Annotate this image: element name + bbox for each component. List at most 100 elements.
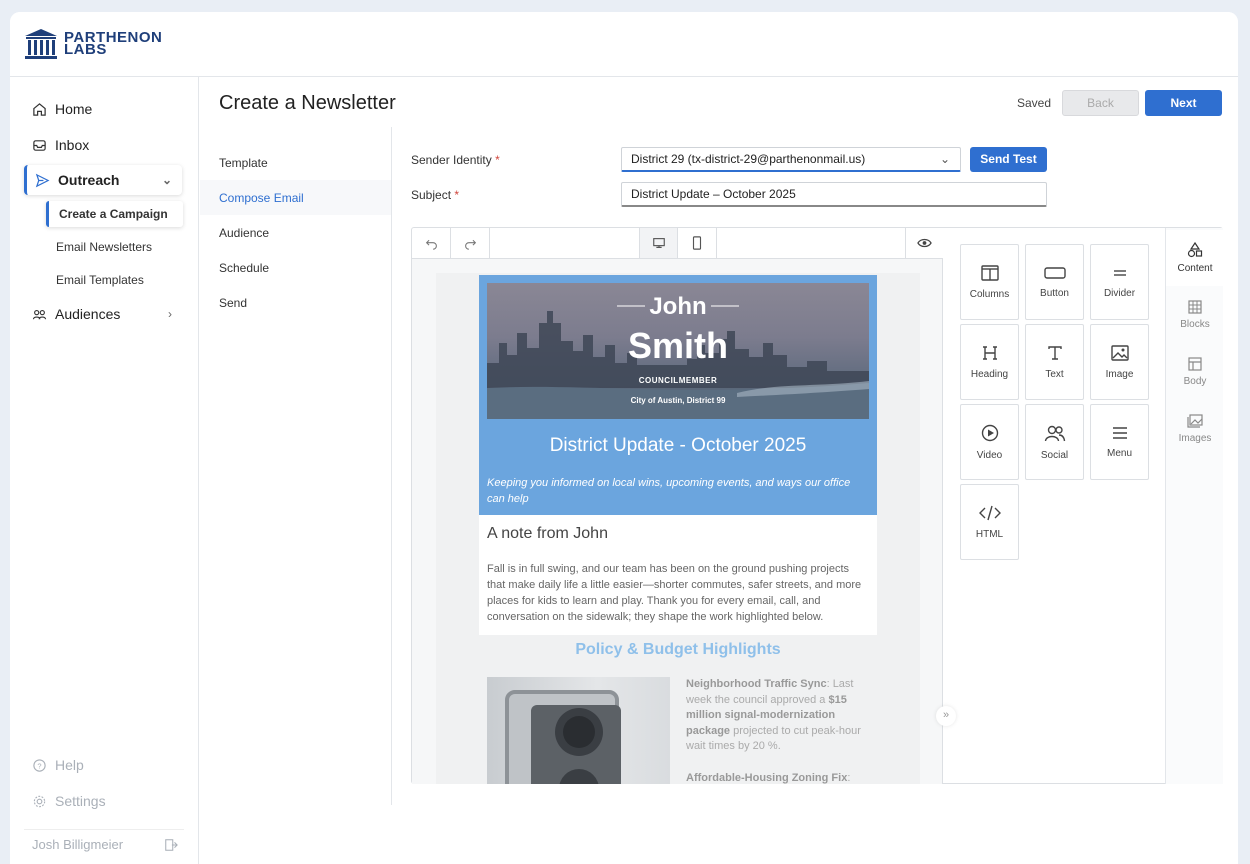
tile-columns[interactable]: Columns [960, 244, 1019, 320]
html-icon [978, 505, 1001, 520]
chevron-down-icon[interactable]: ⌄ [162, 173, 172, 187]
send-test-button[interactable]: Send Test [970, 147, 1047, 172]
tile-heading[interactable]: Heading [960, 324, 1019, 400]
chevron-right-icon[interactable]: › [168, 307, 172, 321]
sidebar-item-audiences[interactable]: Audiences › [24, 299, 182, 329]
sidebar: Home Inbox Outreach ⌄ Create a Campaign … [10, 77, 199, 864]
tile-label: Text [1045, 368, 1064, 380]
sidebar-item-help[interactable]: ? Help [24, 750, 182, 780]
step-compose-email[interactable]: Compose Email [200, 180, 391, 215]
brand-logo[interactable]: PARTHENON LABS [24, 28, 162, 60]
next-button[interactable]: Next [1145, 90, 1222, 116]
email-canvas[interactable]: John Smith COUNCILMEMBER City of Austin,… [412, 259, 943, 784]
preview-button[interactable] [905, 228, 943, 258]
editor-toolbar [412, 228, 943, 259]
columns-icon [980, 264, 999, 281]
tab-content[interactable]: Content [1166, 230, 1224, 286]
tab-images[interactable]: Images [1166, 401, 1224, 457]
parthenon-icon [25, 29, 57, 59]
svg-text:?: ? [37, 761, 41, 770]
tile-button[interactable]: Button [1025, 244, 1084, 320]
sidebar-subitem-email-templates[interactable]: Email Templates [46, 267, 183, 293]
tile-divider[interactable]: Divider [1090, 244, 1149, 320]
sidebar-subitem-label: Create a Campaign [59, 207, 168, 221]
video-icon [981, 424, 998, 441]
desktop-view-button[interactable] [639, 228, 678, 258]
sidebar-item-outreach[interactable]: Outreach ⌄ [24, 165, 182, 195]
tile-label: Image [1105, 368, 1134, 380]
highlight-item-2: Affordable-Housing Zoning Fix: [686, 771, 871, 785]
sidebar-item-inbox[interactable]: Inbox [24, 130, 182, 160]
mobile-icon [692, 236, 702, 250]
sidebar-item-home[interactable]: Home [24, 94, 182, 124]
sidebar-item-settings[interactable]: Settings [24, 786, 182, 816]
traffic-light-image[interactable] [487, 677, 670, 784]
sender-identity-label: Sender Identity * [411, 153, 500, 167]
wizard-steps: Template Compose Email Audience Schedule… [200, 127, 392, 805]
hero-city: City of Austin, District 99 [630, 396, 726, 405]
save-status: Saved [1017, 96, 1052, 110]
note-block[interactable]: A note from John Fall is in full swing, … [479, 515, 877, 635]
email-hero-block[interactable]: John Smith COUNCILMEMBER City of Austin,… [479, 275, 877, 515]
tile-menu[interactable]: Menu [1090, 404, 1149, 480]
hero-first-name: John [649, 293, 707, 320]
tile-label: Social [1040, 449, 1069, 461]
tab-label: Content [1177, 263, 1213, 274]
divider-icon [1113, 269, 1126, 276]
highlight-1-title: Neighborhood Traffic Sync [686, 678, 827, 690]
tab-body[interactable]: Body [1166, 344, 1224, 400]
highlight-2-text-a: : [847, 771, 851, 784]
tile-html[interactable]: HTML [960, 484, 1019, 560]
traffic-light-graphic [505, 690, 621, 784]
content-tiles: Columns Button Divider Heading Text Imag… [944, 228, 1164, 784]
step-schedule[interactable]: Schedule [200, 250, 391, 285]
button-icon [1043, 266, 1066, 279]
redo-button[interactable] [451, 228, 490, 258]
user-profile[interactable]: Josh Billigmeier [24, 829, 184, 859]
images-icon [1187, 414, 1203, 428]
gear-icon [33, 795, 46, 807]
mobile-view-button[interactable] [678, 228, 717, 258]
highlight-items[interactable]: Neighborhood Traffic Sync: Last week the… [686, 677, 871, 784]
email-editor: John Smith COUNCILMEMBER City of Austin,… [411, 227, 1224, 784]
sender-identity-select[interactable]: District 29 (tx-district-29@parthenonmai… [621, 147, 961, 172]
tile-social[interactable]: Social [1025, 404, 1084, 480]
sidebar-item-label: Outreach [58, 172, 120, 188]
tile-label: Heading [970, 368, 1009, 380]
send-icon [35, 173, 50, 187]
tab-blocks[interactable]: Blocks [1166, 287, 1224, 343]
sidebar-subitem-label: Email Templates [56, 273, 144, 287]
note-body: Fall is in full swing, and our team has … [487, 563, 862, 623]
body-icon [1188, 357, 1202, 371]
help-icon: ? [33, 758, 46, 772]
tile-image[interactable]: Image [1090, 324, 1149, 400]
image-icon [1110, 344, 1129, 361]
tile-label: Button [1040, 287, 1069, 299]
step-send[interactable]: Send [200, 285, 391, 320]
highlight-item-1: Neighborhood Traffic Sync: Last week the… [686, 677, 871, 755]
sidebar-subitem-email-newsletters[interactable]: Email Newsletters [46, 234, 183, 260]
brand-name: PARTHENON LABS [64, 30, 162, 57]
policy-heading[interactable]: Policy & Budget Highlights [479, 641, 877, 659]
email-title: District Update - October 2025 [549, 435, 807, 456]
tab-label: Body [1183, 376, 1207, 387]
subject-input[interactable]: District Update – October 2025 [621, 182, 1047, 207]
page-title: Create a Newsletter [219, 92, 396, 114]
hero-role: COUNCILMEMBER [638, 376, 718, 385]
required-mark: * [454, 188, 460, 202]
logout-icon[interactable] [164, 838, 178, 852]
panel-tabs: Content Blocks Body Images [1165, 228, 1224, 784]
undo-button[interactable] [412, 228, 451, 258]
step-audience[interactable]: Audience [200, 215, 391, 250]
app-window: PARTHENON LABS Home Inbox Outreach ⌄ Cre… [10, 12, 1238, 864]
tile-video[interactable]: Video [960, 404, 1019, 480]
email-tagline: Keeping you informed on local wins, upco… [487, 477, 851, 505]
top-bar: PARTHENON LABS [10, 12, 1238, 77]
step-template[interactable]: Template [200, 145, 391, 180]
highlight-2-title: Affordable-Housing Zoning Fix [686, 771, 848, 784]
eye-icon [917, 238, 932, 248]
back-button[interactable]: Back [1062, 90, 1139, 116]
tile-label: Video [976, 449, 1003, 461]
tile-text[interactable]: Text [1025, 324, 1084, 400]
sidebar-subitem-create-campaign[interactable]: Create a Campaign [46, 201, 183, 227]
